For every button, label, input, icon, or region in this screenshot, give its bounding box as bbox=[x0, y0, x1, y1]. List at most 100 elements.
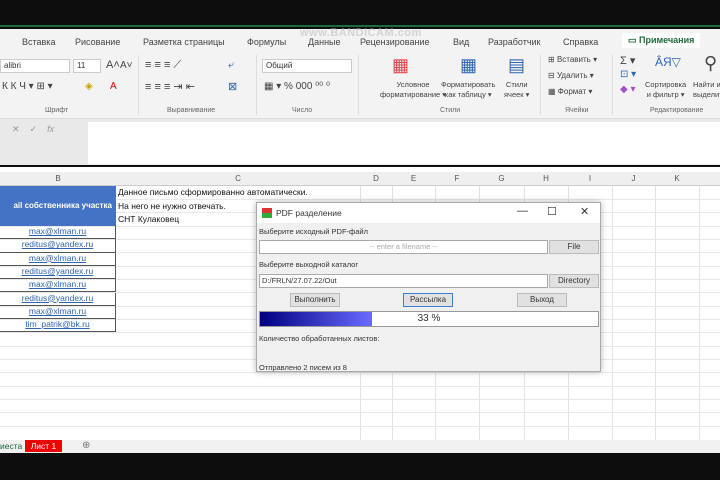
fill-icon[interactable]: ⊡ ▾ bbox=[620, 69, 636, 80]
tab-insert[interactable]: Вставка bbox=[22, 37, 55, 47]
column-header[interactable]: B bbox=[0, 174, 116, 183]
label: Форматировать bbox=[441, 80, 496, 89]
minimize-button[interactable]: — bbox=[517, 205, 528, 217]
conditional-format-button[interactable]: Условное форматирование ▾ bbox=[380, 80, 446, 100]
app-icon bbox=[262, 208, 272, 218]
wrap-text-icon[interactable]: ⤶ bbox=[228, 59, 234, 72]
delete-cells-button[interactable]: ⊟ Удалить ▾ bbox=[548, 71, 594, 80]
font-color-icon[interactable]: A bbox=[110, 81, 117, 92]
format-table-icon[interactable]: ▦ bbox=[460, 55, 477, 76]
file-button[interactable]: File bbox=[549, 240, 599, 254]
sheet-tabs: иеста Лист 1 ⊕ bbox=[0, 440, 720, 453]
sort-filter-icon[interactable]: ÂЯ▽ bbox=[655, 55, 681, 69]
ribbon: alibri 11 A˄ A˅ К К Ч ▾ ⊞ ▾ ◈ A Шрифт ≡ … bbox=[0, 51, 720, 119]
maximize-button[interactable]: ☐ bbox=[547, 205, 557, 218]
sort-filter-button[interactable]: Сортировка и фильтр ▾ bbox=[645, 80, 686, 100]
fill-color-icon[interactable]: ◈ bbox=[85, 81, 93, 92]
email-cell[interactable]: max@xlman.ru bbox=[0, 252, 116, 266]
mailing-button[interactable]: Рассылка bbox=[403, 293, 453, 307]
label: Удалить bbox=[556, 71, 588, 80]
directory-button[interactable]: Directory bbox=[549, 274, 599, 288]
header-cell-email[interactable]: ail собственника участка bbox=[0, 186, 116, 226]
run-button[interactable]: Выполнить bbox=[290, 293, 340, 307]
column-header[interactable]: I bbox=[568, 174, 612, 183]
find-select-button[interactable]: Найти ивыделить bbox=[693, 80, 720, 100]
email-cell[interactable]: tim_patrik@bk.ru bbox=[0, 319, 116, 333]
label: и фильтр bbox=[646, 90, 679, 99]
notes-button[interactable]: ▭ Примечания bbox=[622, 33, 701, 48]
column-header[interactable]: H bbox=[524, 174, 568, 183]
email-cell[interactable]: reditus@yandex.ru bbox=[0, 239, 116, 253]
email-cell[interactable]: max@xlman.ru bbox=[0, 305, 116, 320]
exit-button[interactable]: Выход bbox=[517, 293, 567, 307]
watermark: www.BANDICAM.com bbox=[300, 27, 422, 39]
sheet-tab[interactable]: иеста bbox=[0, 441, 22, 451]
email-cell[interactable]: reditus@yandex.ru bbox=[0, 265, 116, 280]
label: форматирование bbox=[380, 90, 441, 99]
tab-draw[interactable]: Рисование bbox=[75, 37, 120, 47]
merge-icon[interactable]: ⊠ bbox=[228, 80, 237, 93]
cell-c-line[interactable]: Данное письмо сформированно автоматическ… bbox=[118, 187, 308, 197]
formula-buttons: ✕ ✓ fx bbox=[0, 122, 85, 138]
cancel-icon[interactable]: ✕ bbox=[12, 124, 20, 134]
tab-developer[interactable]: Разработчик bbox=[488, 37, 540, 47]
fx-icon[interactable]: fx bbox=[47, 124, 54, 134]
cell-styles-button[interactable]: Стили ячеек ▾ bbox=[504, 80, 529, 100]
email-cell[interactable]: max@xlman.ru bbox=[0, 226, 116, 240]
tab-view[interactable]: Вид bbox=[453, 37, 469, 47]
source-file-input[interactable]: -- enter a filename -- bbox=[259, 240, 548, 254]
horizontal-align-icons[interactable]: ≡ ≡ ≡ ⇥ ⇤ bbox=[145, 80, 195, 93]
output-dir-input[interactable]: D:/FRLN/27.07.22/Out bbox=[259, 274, 548, 288]
label: Найти и bbox=[693, 80, 720, 89]
column-header[interactable]: G bbox=[479, 174, 524, 183]
label: Формат bbox=[557, 87, 587, 96]
column-header[interactable]: D bbox=[360, 174, 392, 183]
shrink-font-icon[interactable]: A˅ bbox=[120, 60, 133, 71]
column-header[interactable]: C bbox=[116, 174, 360, 183]
label: Стили bbox=[505, 80, 528, 89]
add-sheet-icon[interactable]: ⊕ bbox=[82, 440, 90, 451]
format-cells-button[interactable]: ▦ Формат ▾ bbox=[548, 87, 592, 96]
autosum-icon[interactable]: Σ ▾ bbox=[620, 54, 635, 67]
sheet-tab-active[interactable]: Лист 1 bbox=[25, 440, 62, 452]
tab-formulas[interactable]: Формулы bbox=[247, 37, 286, 47]
clear-icon[interactable]: ◆ ▾ bbox=[620, 84, 636, 95]
alignment-group-label: Выравнивание bbox=[167, 107, 216, 114]
insert-cells-button[interactable]: ⊞ Вставить ▾ bbox=[548, 55, 597, 64]
column-header[interactable]: K bbox=[655, 174, 699, 183]
progress-bar: 33 % bbox=[259, 311, 599, 327]
number-group-label: Число bbox=[292, 107, 313, 114]
find-icon[interactable]: ⚲ bbox=[704, 53, 717, 74]
font-size-select[interactable]: 11 bbox=[73, 59, 101, 73]
column-header[interactable]: E bbox=[392, 174, 435, 183]
number-format-icons[interactable]: ▦ ▾ % 000 ⁰⁰ ⁰ bbox=[264, 81, 330, 92]
cells-group-label: Ячейки bbox=[565, 107, 589, 114]
grow-font-icon[interactable]: A˄ bbox=[106, 59, 120, 71]
font-group-label: Шрифт bbox=[45, 107, 69, 114]
close-button[interactable]: ✕ bbox=[580, 205, 589, 218]
email-cell[interactable]: reditus@yandex.ru bbox=[0, 292, 116, 306]
email-cell[interactable]: max@xlman.ru bbox=[0, 279, 116, 293]
label: выделить bbox=[693, 90, 720, 99]
tab-help[interactable]: Справка bbox=[563, 37, 598, 47]
column-header[interactable]: J bbox=[612, 174, 655, 183]
output-dir-label: Выберите выходной каталог bbox=[259, 260, 359, 269]
formula-input[interactable] bbox=[88, 122, 720, 164]
bold-italic-underline-icons[interactable]: К К Ч ▾ ⊞ ▾ bbox=[2, 81, 53, 92]
number-format-select[interactable]: Общий bbox=[262, 59, 352, 73]
enter-icon[interactable]: ✓ bbox=[30, 124, 38, 134]
column-header[interactable]: F bbox=[435, 174, 479, 183]
conditional-format-icon[interactable]: ▦ bbox=[392, 55, 409, 76]
editing-group-label: Редактирование bbox=[650, 107, 704, 114]
label: Условное bbox=[396, 80, 430, 89]
label: ячеек bbox=[504, 90, 524, 99]
vertical-align-icons[interactable]: ≡ ≡ ≡ ⟋ bbox=[145, 59, 181, 72]
status-text: Отправлено 2 писем из 8 bbox=[259, 363, 347, 372]
cell-c-line[interactable]: СНТ Кулаковец bbox=[118, 214, 179, 224]
font-name-select[interactable]: alibri bbox=[0, 59, 70, 73]
tab-page-layout[interactable]: Разметка страницы bbox=[143, 37, 225, 47]
cell-styles-icon[interactable]: ▤ bbox=[508, 55, 525, 76]
format-as-table-button[interactable]: Форматировать как таблицу ▾ bbox=[441, 80, 495, 100]
cell-c-line[interactable]: На него не нужно отвечать. bbox=[118, 201, 226, 211]
processed-label: Количество обработанных листов: bbox=[259, 334, 380, 343]
